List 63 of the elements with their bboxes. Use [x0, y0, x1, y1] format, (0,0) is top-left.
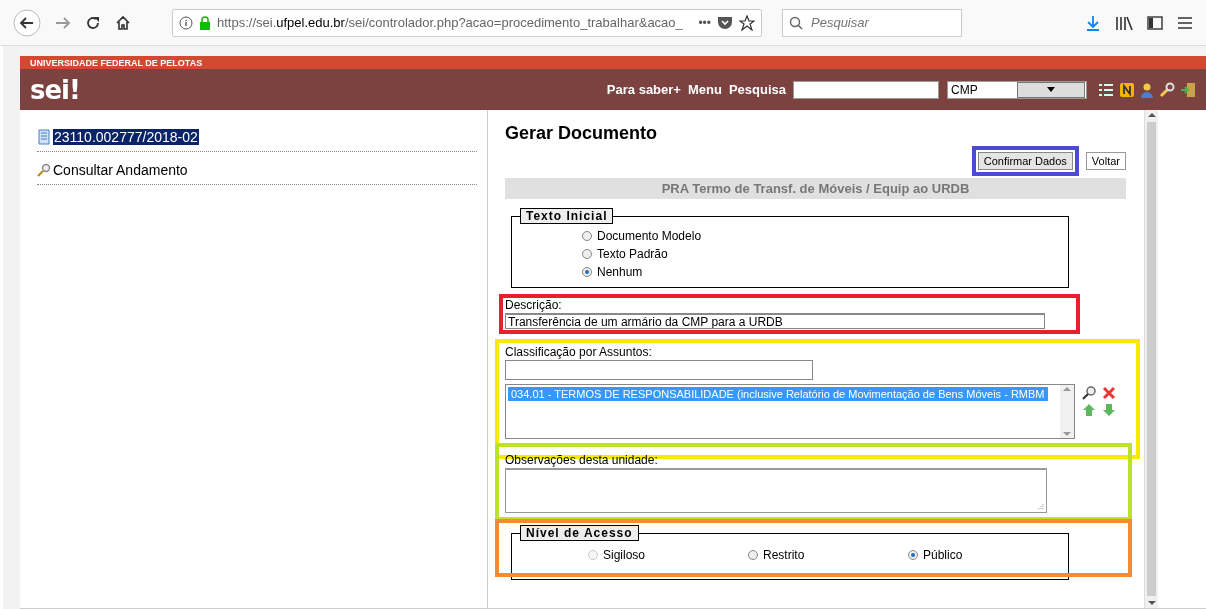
page-title: Gerar Documento	[505, 123, 659, 144]
url-text: https://sei.ufpel.edu.br/sei/controlador.php?acao=procedimento_trabalhar&acao_	[217, 15, 684, 30]
radio-button[interactable]	[582, 231, 592, 241]
process-number[interactable]: 23110.002777/2018-02	[53, 129, 199, 145]
address-bar[interactable]: https://sei.ufpel.edu.br/sei/controlador.php?acao=procedimento_trabalhar&acao_ •••	[172, 8, 762, 37]
notes-icon[interactable]	[1119, 81, 1135, 98]
download-icon[interactable]	[1085, 14, 1101, 31]
search-icon	[789, 15, 803, 30]
unit-value: CMP	[951, 82, 979, 97]
back-button[interactable]: Voltar	[1085, 152, 1126, 170]
document-type: PRA Termo de Transf. de Móveis / Equip ao URDB	[661, 181, 970, 196]
field-label: Descrição:	[505, 298, 563, 312]
radio-label: Sigiloso	[603, 548, 646, 562]
forward-icon[interactable]	[55, 15, 71, 30]
radio-button[interactable]	[908, 550, 918, 560]
exit-icon[interactable]	[1180, 81, 1196, 98]
header-link[interactable]: Menu	[687, 82, 722, 97]
search-icon[interactable]	[1081, 385, 1097, 401]
description-field[interactable]: Transferência de um armário da CMP para a URDB	[505, 313, 1045, 329]
home-icon[interactable]	[115, 14, 131, 31]
radio-button[interactable]	[748, 550, 758, 560]
confirm-button[interactable]: Confirmar Dados	[977, 152, 1073, 170]
more-actions-button[interactable]: •••	[698, 15, 711, 30]
magnifier-icon	[37, 163, 51, 177]
radio-label: Público	[923, 548, 963, 562]
pocket-icon[interactable]	[717, 15, 733, 30]
caret-icon	[1047, 87, 1055, 92]
scroll-up-icon[interactable]	[1147, 112, 1156, 118]
search-field[interactable]: Pesquisar	[782, 8, 962, 37]
radio-label: Nenhum	[597, 265, 643, 279]
subject-search-field[interactable]	[505, 360, 813, 380]
header-link[interactable]: Para saber+	[606, 82, 681, 97]
notes-field[interactable]	[505, 468, 1047, 513]
lock-icon	[199, 15, 211, 30]
radio-label: Restrito	[763, 548, 805, 562]
star-icon[interactable]	[739, 14, 755, 31]
scrollbar[interactable]	[1144, 110, 1158, 608]
document-icon	[37, 129, 51, 145]
radio-button[interactable]	[582, 267, 592, 277]
menu-icon[interactable]	[1177, 15, 1193, 30]
library-icon[interactable]	[1115, 14, 1133, 31]
back-icon[interactable]	[13, 8, 41, 37]
scroll-down-icon[interactable]	[1147, 600, 1156, 606]
list-icon[interactable]	[1098, 82, 1114, 97]
resize-grip-icon	[1037, 503, 1044, 510]
sidebar-icon[interactable]	[1147, 15, 1163, 30]
sei-logo[interactable]: sei!	[30, 74, 80, 105]
group-legend: Nível de Acesso	[520, 525, 639, 541]
field-label: Classificação por Assuntos:	[505, 345, 653, 359]
search-input[interactable]: Pesquisar	[809, 14, 953, 31]
radio-label: Texto Padrão	[597, 247, 668, 261]
reload-icon[interactable]	[85, 14, 101, 31]
search-input[interactable]	[793, 80, 939, 99]
user-icon[interactable]	[1140, 81, 1154, 98]
group-legend: Texto Inicial	[520, 208, 614, 224]
info-icon[interactable]	[179, 15, 193, 30]
progress-link[interactable]: Consultar Andamento	[53, 162, 188, 178]
header-link[interactable]: Pesquisa	[728, 82, 786, 97]
close-icon[interactable]	[1101, 385, 1117, 401]
radio-label: Documento Modelo	[597, 229, 702, 243]
institution-name: UNIVERSIDADE FEDERAL DE PELOTAS	[30, 57, 203, 68]
radio-button[interactable]	[582, 249, 592, 259]
unit-dropdown[interactable]: CMP	[947, 80, 1087, 99]
